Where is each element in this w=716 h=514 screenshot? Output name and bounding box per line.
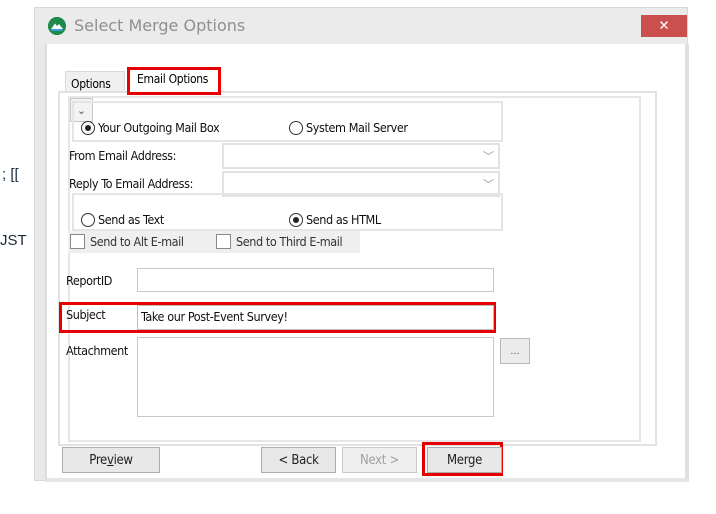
radio-label: Send as Text (98, 212, 164, 227)
mail-source-group: Your Outgoing Mail Box System Mail Serve… (72, 101, 503, 142)
radio-label: Your Outgoing Mail Box (98, 120, 220, 135)
radio-label: Send as HTML (306, 212, 381, 227)
next-button[interactable]: Next > (342, 447, 417, 473)
subject-label: Subject (66, 307, 106, 322)
chevron-down-icon: ﹀ (483, 179, 494, 191)
tab-label: Options (71, 77, 111, 91)
attachment-label: Attachment (66, 343, 128, 358)
recipient-options-row: Send to Alt E-mail Send to Third E-mail (68, 231, 360, 253)
from-email-label: From Email Address: (69, 148, 177, 163)
attachment-field[interactable] (137, 337, 494, 417)
button-label-mnemonic: v (106, 452, 114, 468)
radio-selected-icon (289, 212, 303, 227)
send-format-group: Send as Text Send as HTML (72, 193, 503, 231)
select-merge-options-dialog: Select Merge Options ✕ Options Email Opt… (34, 7, 689, 482)
dialog-client-area: Options Email Options Your Outgoing Mail… (45, 44, 689, 482)
checkbox-label: Send to Third E-mail (236, 234, 343, 249)
checkbox-send-to-third-email[interactable]: Send to Third E-mail (216, 234, 343, 249)
title-bar[interactable]: Select Merge Options ✕ (35, 8, 687, 44)
browse-attachment-button[interactable]: ... (500, 338, 530, 364)
radio-selected-icon (81, 120, 95, 135)
mountain-logo-icon (48, 17, 66, 35)
back-button[interactable]: < Back (261, 447, 336, 473)
tab-email-options[interactable]: Email Options (127, 67, 221, 95)
button-label: Pre (89, 452, 107, 468)
close-button[interactable]: ✕ (641, 15, 687, 37)
report-id-label: ReportID (66, 273, 112, 288)
checkbox-send-to-alt-email[interactable]: Send to Alt E-mail (70, 234, 184, 249)
reply-to-email-label: Reply To Email Address: (69, 176, 193, 191)
tab-label: Email Options (137, 72, 209, 86)
radio-your-outgoing-mail-box[interactable]: Your Outgoing Mail Box (81, 120, 220, 135)
checkbox-label: Send to Alt E-mail (90, 234, 184, 249)
radio-label: System Mail Server (306, 120, 408, 135)
background-text-fragment: ; [[ (2, 166, 19, 183)
from-email-combo[interactable]: ﹀ (222, 143, 500, 169)
checkbox-icon (216, 234, 231, 249)
preview-button[interactable]: Pre v iew (62, 447, 160, 473)
button-label: iew (113, 452, 133, 468)
subject-input[interactable]: Take our Post-Event Survey! (137, 305, 494, 330)
background-text-fragment: JST (0, 232, 27, 249)
radio-unselected-icon (289, 120, 303, 135)
radio-send-as-text[interactable]: Send as Text (81, 212, 164, 227)
window-title: Select Merge Options (74, 16, 246, 35)
email-options-content: Your Outgoing Mail Box System Mail Serve… (59, 96, 641, 442)
radio-unselected-icon (81, 212, 95, 227)
email-options-panel: Your Outgoing Mail Box System Mail Serve… (58, 91, 657, 446)
report-id-combo[interactable] (137, 268, 494, 292)
merge-button[interactable]: Merge (427, 447, 502, 473)
close-icon: ✕ (658, 18, 670, 33)
chevron-down-icon: ﹀ (483, 151, 494, 163)
checkbox-icon (70, 234, 85, 249)
radio-send-as-html[interactable]: Send as HTML (289, 212, 381, 227)
radio-system-mail-server[interactable]: System Mail Server (289, 120, 408, 135)
